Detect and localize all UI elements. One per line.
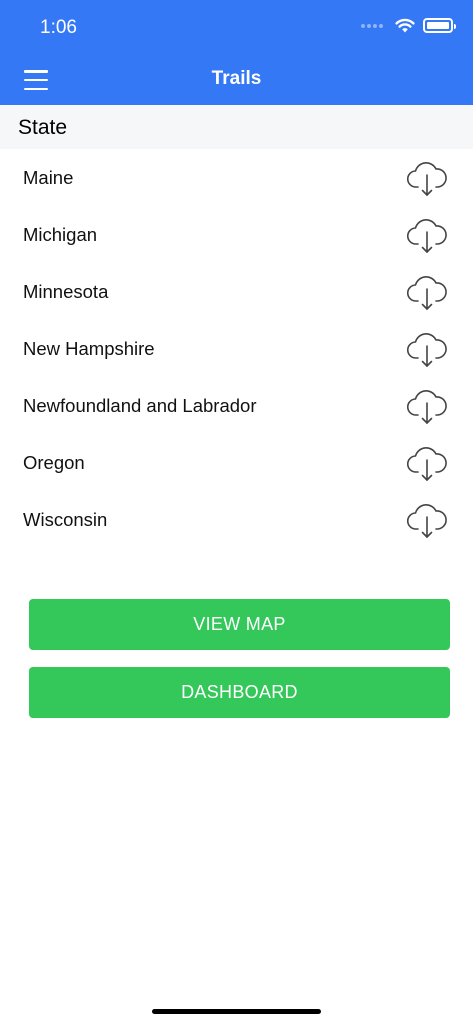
section-header-state: State xyxy=(0,105,473,149)
cloud-download-icon[interactable] xyxy=(406,215,448,255)
cloud-download-icon[interactable] xyxy=(406,500,448,540)
wifi-icon xyxy=(395,18,415,33)
list-item[interactable]: Minnesota xyxy=(0,263,473,320)
list-item[interactable]: Michigan xyxy=(0,206,473,263)
state-name: Wisconsin xyxy=(23,508,108,530)
cloud-download-icon[interactable] xyxy=(406,272,448,312)
cloud-download-icon[interactable] xyxy=(406,443,448,483)
page-title: Trails xyxy=(211,68,262,89)
list-item[interactable]: New Hampshire xyxy=(0,320,473,377)
home-indicator xyxy=(152,1009,321,1014)
cloud-download-icon[interactable] xyxy=(406,158,448,198)
list-item[interactable]: Maine xyxy=(0,149,473,206)
state-name: Oregon xyxy=(23,451,85,473)
status-icons xyxy=(361,18,456,33)
list-item[interactable]: Oregon xyxy=(0,434,473,491)
view-map-button[interactable]: VIEW MAP xyxy=(29,599,450,650)
cloud-download-icon[interactable] xyxy=(406,329,448,369)
list-item[interactable]: Wisconsin xyxy=(0,491,473,548)
state-name: Michigan xyxy=(23,223,98,245)
state-name: Newfoundland and Labrador xyxy=(23,394,257,416)
app-header: 1:06 Trails xyxy=(0,0,473,105)
state-name: Minnesota xyxy=(23,280,109,302)
status-time: 1:06 xyxy=(40,17,77,38)
cellular-signal-icon xyxy=(361,23,383,28)
cloud-download-icon[interactable] xyxy=(406,386,448,426)
list-item[interactable]: Newfoundland and Labrador xyxy=(0,377,473,434)
state-list: Maine Michigan Minnesota New Hampshire Newfo… xyxy=(0,149,473,548)
state-name: Maine xyxy=(23,166,74,188)
battery-icon xyxy=(423,18,456,33)
dashboard-button[interactable]: DASHBOARD xyxy=(29,667,450,718)
state-name: New Hampshire xyxy=(23,337,155,359)
